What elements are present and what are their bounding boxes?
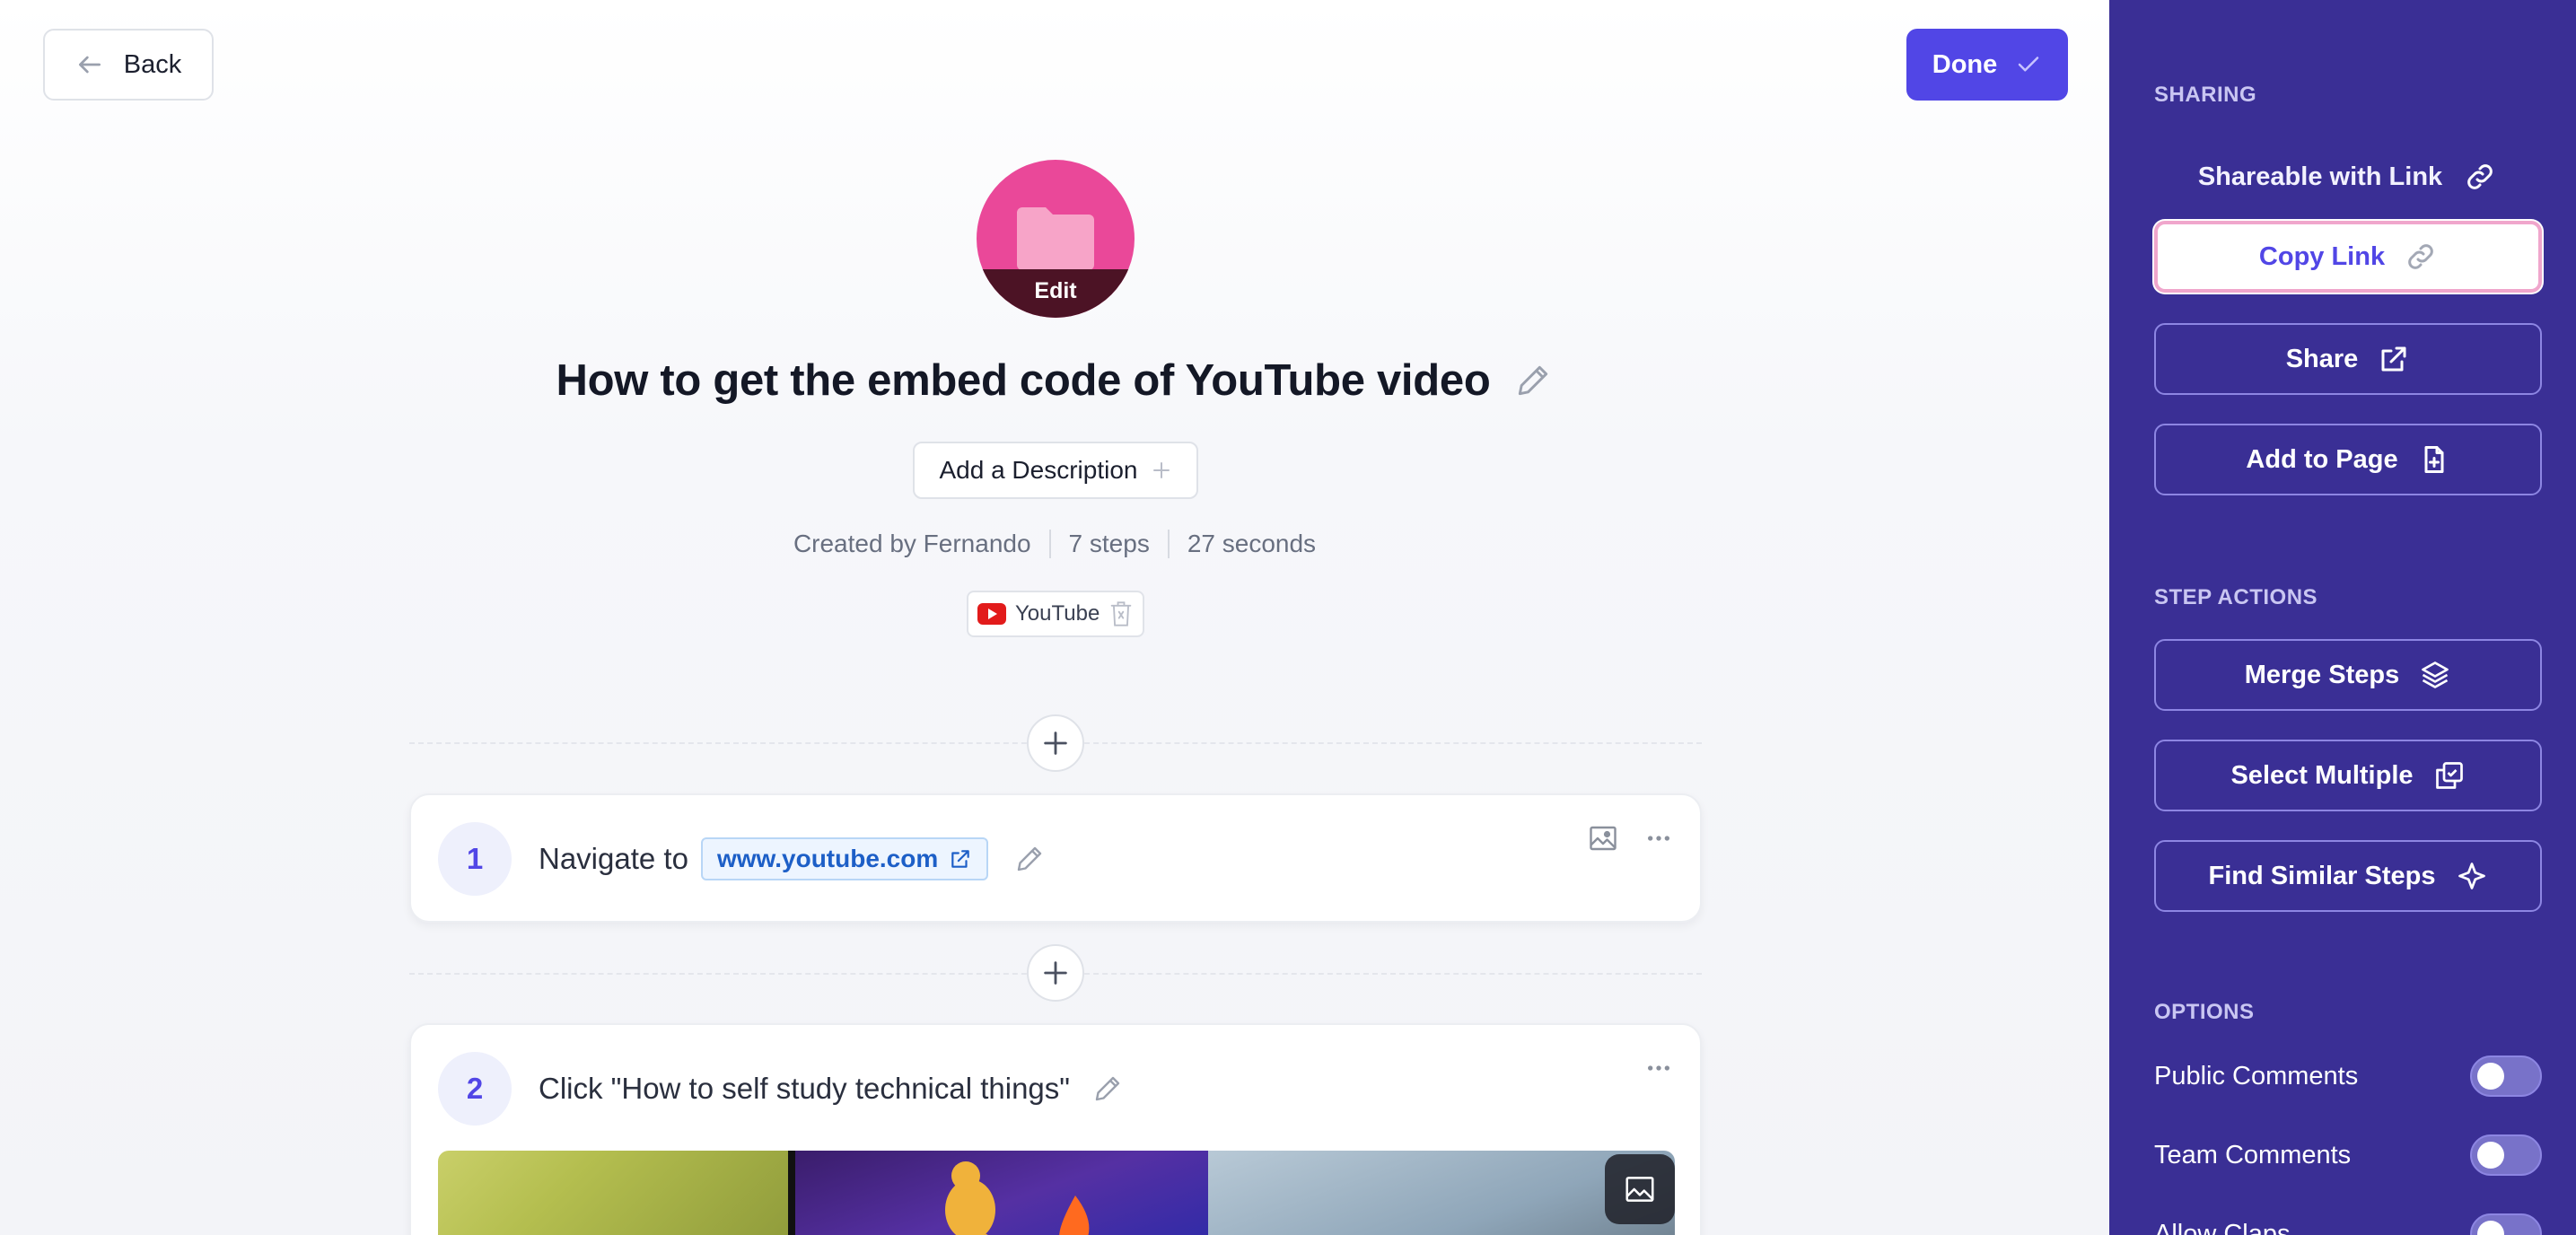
- team-comments-label: Team Comments: [2154, 1140, 2352, 1169]
- allow-claps-option: Allow Claps: [2154, 1212, 2542, 1235]
- team-comments-option: Team Comments: [2154, 1133, 2542, 1178]
- public-comments-option: Public Comments: [2154, 1054, 2542, 1099]
- image-icon: [1590, 826, 1617, 851]
- options-heading: OPTIONS: [2154, 1000, 2255, 1024]
- more-options-button[interactable]: [1641, 1050, 1677, 1086]
- pencil-icon[interactable]: [1513, 361, 1553, 400]
- copy-link-button[interactable]: Copy Link: [2154, 221, 2542, 293]
- sparkle-icon: [2458, 863, 2485, 889]
- allow-claps-toggle[interactable]: [2470, 1213, 2542, 1235]
- share-label: Share: [2285, 344, 2359, 373]
- step-screenshot[interactable]: [438, 1151, 1675, 1235]
- select-multiple-icon: [2435, 762, 2463, 789]
- step-card[interactable]: 2 Click "How to self study technical thi…: [409, 1023, 1702, 1235]
- step-text: Navigate to www.youtube.com: [539, 831, 1046, 887]
- team-comments-toggle[interactable]: [2470, 1134, 2542, 1176]
- public-comments-toggle[interactable]: [2470, 1055, 2542, 1097]
- layers-icon: [2422, 661, 2449, 688]
- merge-steps-button[interactable]: Merge Steps: [2154, 639, 2542, 711]
- replace-image-button[interactable]: [1605, 1154, 1675, 1224]
- plus-icon: [1152, 462, 1170, 478]
- video-thumbnail: [438, 1151, 788, 1235]
- select-multiple-label: Select Multiple: [2230, 760, 2414, 790]
- app-tag: YouTube: [967, 591, 1144, 637]
- done-button[interactable]: Done: [1906, 29, 2068, 101]
- app-tag-label: YouTube: [1015, 601, 1100, 626]
- back-button[interactable]: Back: [43, 29, 214, 101]
- step-card[interactable]: 1 Navigate to www.youtube.com: [409, 793, 1702, 923]
- guide-meta: Created by Fernando 7 steps 27 seconds: [0, 530, 2109, 558]
- step-link-label: www.youtube.com: [716, 845, 939, 872]
- done-label: Done: [1932, 49, 1998, 79]
- step-link[interactable]: www.youtube.com: [700, 837, 989, 880]
- file-plus-icon: [2424, 446, 2444, 473]
- public-comments-label: Public Comments: [2154, 1061, 2359, 1090]
- pencil-icon[interactable]: [1091, 1073, 1124, 1105]
- more-horizontal-icon: [1648, 836, 1669, 841]
- step-text: Click "How to self study technical thing…: [539, 1061, 1124, 1117]
- youtube-icon: [977, 603, 1006, 625]
- arrow-left-icon: [78, 56, 101, 74]
- share-status-label: Shareable with Link: [2197, 162, 2443, 191]
- trash-icon[interactable]: [1108, 600, 1134, 627]
- thumbnail-gap: [788, 1151, 795, 1235]
- more-options-button[interactable]: [1641, 820, 1677, 856]
- guide-editor: Back Done Edit How to get the embed code…: [0, 0, 2109, 1235]
- plus-icon: [1044, 731, 1067, 755]
- pencil-icon[interactable]: [1013, 843, 1046, 875]
- step-count: 7 steps: [1048, 530, 1168, 558]
- step-label: Click "How to self study technical thing…: [539, 1072, 1071, 1105]
- step-number: 1: [438, 822, 512, 896]
- find-similar-steps-label: Find Similar Steps: [2208, 861, 2436, 890]
- share-button[interactable]: Share: [2154, 323, 2542, 395]
- back-label: Back: [123, 49, 182, 79]
- allow-claps-label: Allow Claps: [2154, 1219, 2291, 1235]
- video-thumbnail: [795, 1151, 1208, 1235]
- find-similar-steps-button[interactable]: Find Similar Steps: [2154, 840, 2542, 912]
- sidebar: SHARING Shareable with Link Copy Link Sh…: [2109, 0, 2576, 1235]
- step-prefix: Navigate to: [539, 842, 688, 875]
- merge-steps-label: Merge Steps: [2244, 660, 2400, 689]
- created-by: Created by Fernando: [793, 530, 1031, 557]
- add-to-page-button[interactable]: Add to Page: [2154, 424, 2542, 495]
- step-actions-heading: STEP ACTIONS: [2154, 585, 2318, 609]
- more-horizontal-icon: [1648, 1065, 1669, 1071]
- add-description-label: Add a Description: [939, 456, 1138, 484]
- step-number: 2: [438, 1052, 512, 1126]
- insert-step-button[interactable]: [1027, 714, 1084, 772]
- duration: 27 seconds: [1167, 530, 1334, 558]
- video-thumbnail: [1208, 1151, 1675, 1235]
- flame-icon: [1059, 1196, 1090, 1235]
- add-description-button[interactable]: Add a Description: [913, 442, 1198, 499]
- avatar-edit-label: Edit: [977, 269, 1135, 318]
- guide-title: How to get the embed code of YouTube vid…: [0, 355, 2109, 406]
- link-icon: [2467, 164, 2493, 189]
- select-multiple-button[interactable]: Select Multiple: [2154, 740, 2542, 811]
- external-link-icon: [951, 850, 969, 868]
- sharing-heading: SHARING: [2154, 83, 2257, 107]
- add-image-button[interactable]: [1585, 820, 1621, 856]
- share-external-icon: [2381, 346, 2406, 372]
- guide-title-text: How to get the embed code of YouTube vid…: [556, 356, 1491, 405]
- insert-step-button[interactable]: [1027, 944, 1084, 1002]
- cartoon-character-icon: [945, 1161, 1003, 1235]
- copy-link-label: Copy Link: [2258, 241, 2386, 271]
- check-icon: [2019, 57, 2039, 72]
- add-to-page-label: Add to Page: [2246, 444, 2398, 474]
- link-icon: [2408, 244, 2433, 269]
- image-edit-icon: [1625, 1177, 1654, 1202]
- guide-avatar[interactable]: Edit: [977, 160, 1135, 318]
- share-status[interactable]: Shareable with Link: [2154, 154, 2540, 199]
- plus-icon: [1044, 961, 1067, 985]
- folder-icon: [1017, 207, 1094, 270]
